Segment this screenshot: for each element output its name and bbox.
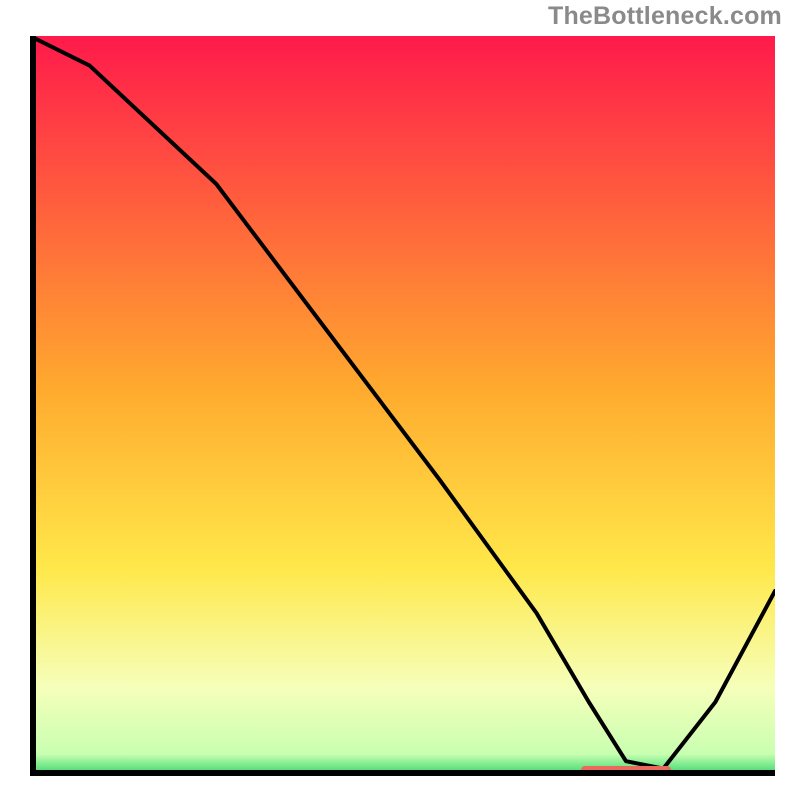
x-axis bbox=[30, 770, 775, 776]
y-axis bbox=[30, 36, 36, 776]
plot-svg bbox=[30, 36, 775, 776]
watermark-text: TheBottleneck.com bbox=[548, 2, 782, 31]
gradient-background bbox=[30, 36, 775, 776]
chart-container: TheBottleneck.com bbox=[0, 0, 800, 800]
plot-area bbox=[30, 36, 775, 776]
